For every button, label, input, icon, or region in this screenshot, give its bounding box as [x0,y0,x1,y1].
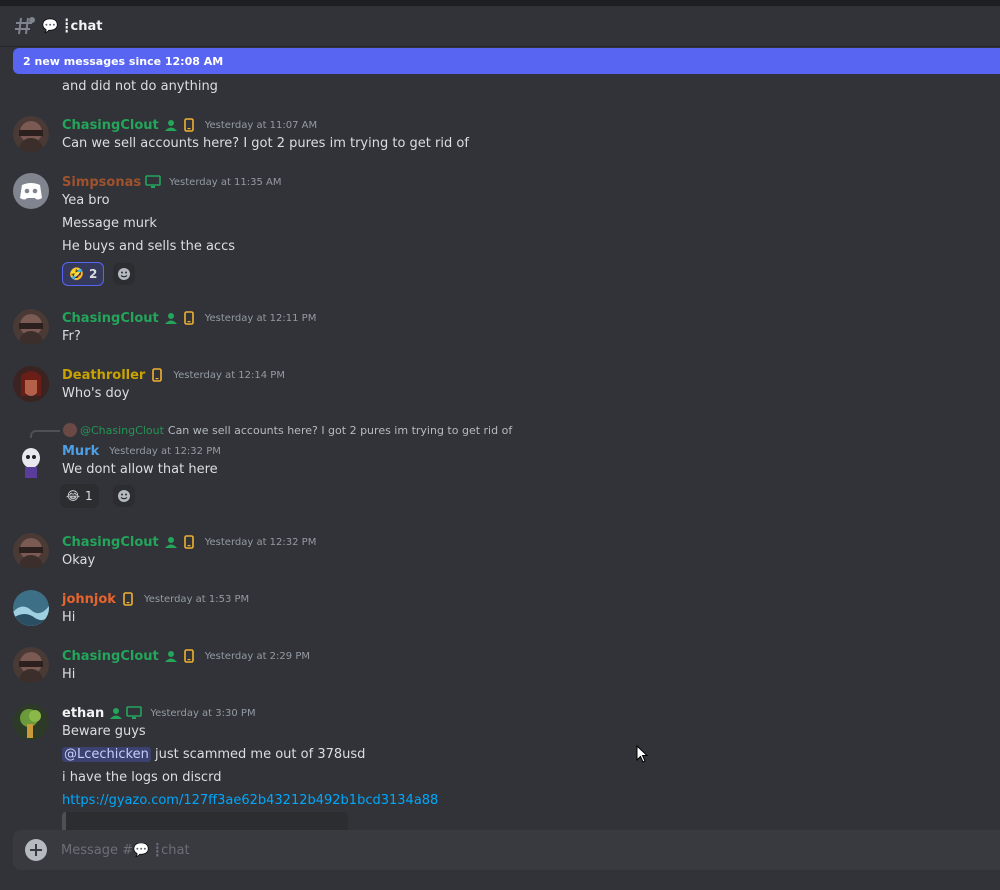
message-line: Hi [62,610,76,625]
reply-avatar [63,423,77,437]
username[interactable]: Deathroller [62,368,145,383]
new-messages-label: 2 new messages since 12:08 AM [23,54,224,68]
avatar[interactable] [13,116,49,152]
timestamp: Yesterday at 1:53 PM [143,593,250,605]
timestamp: Yesterday at 12:32 PM [204,536,317,548]
username[interactable]: ChasingClout [62,311,159,326]
username[interactable]: ChasingClout [62,535,159,550]
avatar[interactable] [13,173,49,209]
message-line: Can we sell accounts here? I got 2 pures… [62,136,469,151]
username[interactable]: johnjok [62,592,116,607]
reaction-button[interactable]: 😂 1 [60,484,99,508]
reaction-count: 1 [85,489,93,503]
message-line: Okay [62,553,96,568]
thread-channel-icon [14,15,36,37]
message-line: Message murk [62,216,157,231]
timestamp: Yesterday at 12:32 PM [109,445,221,457]
reply-connector [30,430,60,438]
message-line: Yea bro [62,193,110,208]
username[interactable]: ChasingClout [62,118,159,133]
username[interactable]: ChasingClout [62,649,159,664]
channel-header: 💬 ┋chat [0,6,1000,46]
avatar[interactable] [13,647,49,683]
message-line: He buys and sells the accs [62,239,235,254]
user-mention[interactable]: @Lcechicken [62,747,151,762]
avatar[interactable] [13,704,49,740]
add-reaction-icon[interactable] [113,485,135,507]
timestamp: Yesterday at 2:29 PM [204,650,310,662]
message-composer [13,830,1000,870]
role-badge-icon [163,648,179,664]
message-line: @Lcechicken just scammed me out of 378us… [62,747,365,762]
timestamp: Yesterday at 11:35 AM [169,176,282,188]
avatar[interactable] [13,309,49,345]
mobile-icon [181,648,197,664]
add-reaction-icon[interactable] [113,263,135,285]
message-line: i have the logs on discrd [62,770,222,785]
mobile-icon [181,534,197,550]
new-messages-bar[interactable]: 2 new messages since 12:08 AM [13,48,1000,74]
message-line: Beware guys [62,724,146,739]
message-line: Hi [62,667,76,682]
reaction-emoji: 🤣 [69,267,84,281]
link-embed-preview[interactable] [62,812,348,830]
reaction-button[interactable]: 🤣 2 [62,262,105,286]
avatar[interactable] [13,533,49,569]
role-badge-icon [108,705,124,721]
mobile-icon [120,591,136,607]
role-badge-icon [163,117,179,133]
add-attachment-icon[interactable] [25,839,47,861]
message-input[interactable] [61,842,661,858]
avatar[interactable] [13,366,49,402]
timestamp: Yesterday at 3:30 PM [150,707,256,719]
message-line: and did not do anything [62,79,218,94]
username[interactable]: Simpsonas [62,175,141,190]
mobile-icon [181,310,197,326]
channel-title[interactable]: 💬 ┋chat [42,19,103,34]
message-line: Fr? [62,329,81,344]
avatar[interactable] [13,590,49,626]
message-line: We dont allow that here [62,462,218,477]
username[interactable]: Murk [62,444,99,459]
reply-text: Can we sell accounts here? I got 2 pures… [167,423,513,437]
mobile-icon [181,117,197,133]
reaction-count: 2 [88,267,98,281]
message-line: Who's doy [62,386,130,401]
role-badge-icon [163,310,179,326]
desktop-icon [126,705,143,721]
reaction-emoji: 😂 [66,489,81,503]
timestamp: Yesterday at 11:07 AM [204,119,318,131]
role-badge-icon [163,534,179,550]
username[interactable]: ethan [62,706,104,721]
reply-author[interactable]: @ChasingClout [80,424,164,437]
message-list: and did not do anything ChasingClout Yes… [0,74,1000,830]
mobile-icon [149,367,165,383]
timestamp: Yesterday at 12:14 PM [173,369,285,381]
reply-preview[interactable]: @ChasingClout Can we sell accounts here?… [30,422,512,438]
desktop-icon [145,174,161,190]
mouse-cursor-icon [636,744,649,767]
message-link[interactable]: https://gyazo.com/127ff3ae62b43212b492b1… [62,793,438,808]
message-text: just scammed me out of 378usd [154,747,366,762]
avatar[interactable] [13,444,49,480]
timestamp: Yesterday at 12:11 PM [204,312,317,324]
